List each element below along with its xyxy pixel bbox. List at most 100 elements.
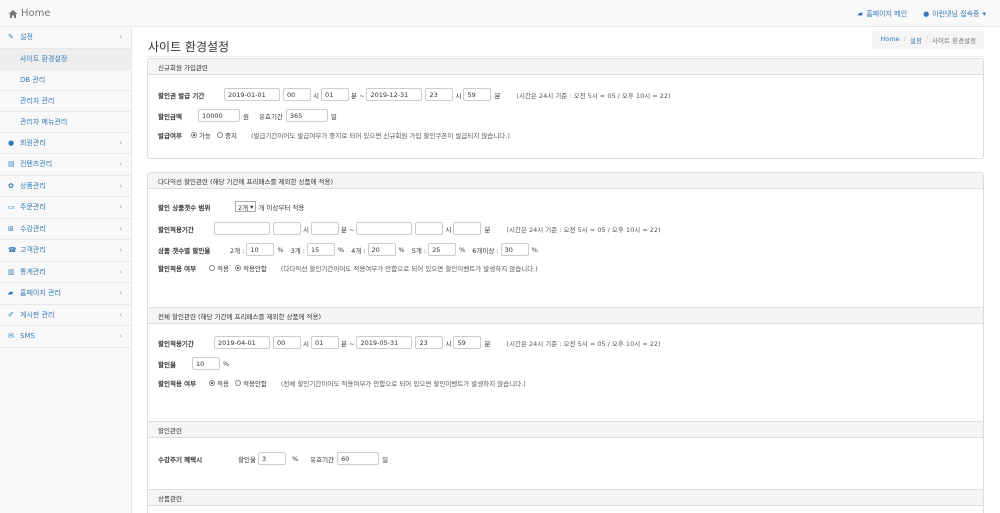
- sidebar-item[interactable]: ● 회원관리 ‹: [0, 133, 131, 154]
- chevron-left-icon: ‹: [119, 310, 122, 319]
- homepage-main-link[interactable]: ▰ 홈페이지 메인: [858, 9, 907, 19]
- vd-start-date-input[interactable]: [214, 222, 270, 235]
- panel-cycle-discount: 할인관련 수강주기 혜택시 할인율 3 % 유효기간 60 일: [147, 421, 984, 497]
- cycle-valid-days-input[interactable]: 60: [337, 452, 380, 465]
- top-navbar: Home ▰ 홈페이지 메인 ● 이런넷님 접속중 ▾: [0, 0, 1000, 27]
- sidebar-item[interactable]: ✿ 상품관리 ‹: [0, 176, 131, 197]
- time-format-note: (시간은 24시 기준 : 오전 5시 = 05 / 오후 10시 = 22): [506, 225, 661, 234]
- chevron-left-icon: ‹: [119, 160, 122, 168]
- panel-global-discount: 전체 할인관련 (해당 기간에 프리패스를 제외한 상품에 적용) 할인적용기간…: [147, 307, 984, 435]
- issue-yes-radio[interactable]: [191, 132, 197, 138]
- rate-tier-label: 5개 :: [411, 246, 427, 255]
- breadcrumb-current: 사이트 환경설정: [932, 37, 976, 45]
- breadcrumb-settings[interactable]: 설정: [910, 35, 922, 45]
- range-label: 할인 상품갯수 범위: [158, 203, 211, 212]
- car-icon: ▰: [8, 289, 14, 298]
- apply-label: 할인적용 여부: [158, 265, 197, 273]
- rate-tier-label: 6개이상 :: [472, 246, 499, 255]
- gd-end-min-input[interactable]: 59: [453, 336, 482, 349]
- chevron-left-icon: ‹: [119, 138, 122, 147]
- user-icon: ●: [923, 10, 930, 18]
- rate-tier-input[interactable]: 10: [246, 243, 275, 256]
- sidebar-item[interactable]: ▥ 통계관리 ‹: [0, 262, 131, 283]
- range-select[interactable]: 2개 ▾: [235, 201, 257, 212]
- sidebar-item[interactable]: ⊞ 수강관리 ‹: [0, 219, 131, 240]
- sidebar-item[interactable]: ▤ 컨텐츠관리 ‹: [0, 154, 131, 176]
- apply-note: (전체 할인기간이어도 적용여부가 안함으로 되어 있으면 할인이벤트가 발생하…: [280, 380, 526, 388]
- chart-icon: ▥: [8, 267, 15, 276]
- apply-label: 할인적용 여부: [158, 380, 197, 388]
- user-menu-dropdown[interactable]: ● 이런넷님 접속중 ▾: [923, 9, 986, 19]
- chevron-left-icon: ‹: [119, 203, 122, 211]
- brand-label: Home: [21, 8, 51, 19]
- rate-tier-input[interactable]: 20: [367, 243, 396, 256]
- sidebar-subitem[interactable]: 관리자 메뉴관리: [0, 112, 131, 133]
- vd-apply-radio[interactable]: [209, 265, 215, 271]
- sidebar-subitem[interactable]: 사이트 환경설정: [0, 48, 131, 70]
- chevron-left-icon: ‹: [119, 267, 122, 276]
- film-icon: ▤: [8, 160, 15, 169]
- issue-period-label: 할인권 발급 기간: [158, 91, 205, 100]
- panel-heading: 상품관련: [148, 490, 983, 506]
- vd-start-min-input[interactable]: [310, 222, 339, 235]
- home-brand-link[interactable]: Home: [8, 8, 51, 19]
- panel-volume-discount: 다다익선 할인관련 (해당 기간에 프리패스를 제외한 상품에 적용) 할인 상…: [147, 172, 984, 320]
- sidebar-item[interactable]: ✎ 설정 ‹: [0, 27, 131, 49]
- panel-new-member: 신규회원 가입관련 할인권 발급 기간 2019-01-01 00 시 01 분…: [147, 58, 984, 159]
- rate-tier-input[interactable]: 25: [428, 243, 457, 256]
- sidebar-subitem[interactable]: 관리자 관리: [0, 91, 131, 112]
- sidebar: ✎ 설정 ‹ 사이트 환경설정 DB 관리 관리자 관리 관리자 메뉴관리 ● 회원관리 ‹ ▤ 컨텐…: [0, 27, 132, 513]
- user-icon: ●: [8, 138, 15, 147]
- main-content: 사이트 환경설정 Home / 설정 / 사이트 환경설정 신규회원 가입관련 …: [133, 27, 1000, 513]
- gd-end-hour-input[interactable]: 23: [415, 336, 444, 349]
- issue-no-radio[interactable]: [216, 132, 223, 138]
- gd-apply-radio[interactable]: [209, 380, 215, 386]
- gd-end-date-input[interactable]: 2019-05-31: [356, 336, 413, 349]
- rate-tier-input[interactable]: 15: [306, 243, 335, 256]
- panel-heading: 다다익선 할인관련 (해당 기간에 프리패스를 제외한 상품에 적용): [148, 173, 983, 189]
- discount-amount-input[interactable]: 10000: [198, 109, 240, 122]
- issue-end-hour-input[interactable]: 23: [425, 88, 454, 101]
- sidebar-item[interactable]: ✉ SMS ‹: [0, 326, 131, 348]
- vd-end-hour-input[interactable]: [415, 222, 444, 235]
- sidebar-subitem[interactable]: DB 관리: [0, 70, 131, 91]
- panel-heading: 신규회원 가입관련: [148, 59, 983, 75]
- chevron-left-icon: ‹: [119, 33, 122, 41]
- issue-end-date-input[interactable]: 2019-12-31: [366, 88, 423, 101]
- rate-tier-label: 2개 :: [230, 246, 245, 255]
- rate-label: 상품 갯수별 할인율: [158, 246, 211, 255]
- envelope-icon: ✉: [8, 332, 14, 341]
- sidebar-item[interactable]: ▰ 홈페이지 관리 ‹: [0, 283, 131, 305]
- issue-start-min-input[interactable]: 01: [320, 88, 349, 101]
- home-icon: [8, 9, 18, 18]
- rate-tier-label: 4개 :: [351, 246, 366, 255]
- issue-start-date-input[interactable]: 2019-01-01: [224, 88, 280, 101]
- gd-start-date-input[interactable]: 2019-04-01: [214, 336, 270, 349]
- chevron-left-icon: ‹: [119, 332, 122, 340]
- panel-heading: 할인관련: [148, 422, 983, 438]
- valid-days-input[interactable]: 365: [285, 109, 328, 122]
- gd-rate-input[interactable]: 10: [192, 357, 220, 370]
- vd-end-date-input[interactable]: [356, 222, 413, 235]
- sidebar-item[interactable]: ☎ 고객관리 ‹: [0, 240, 131, 262]
- gd-start-min-input[interactable]: 01: [310, 336, 339, 349]
- rate-tier-label: 3개 :: [290, 246, 305, 255]
- gd-start-hour-input[interactable]: 00: [273, 336, 301, 349]
- gd-noapply-radio[interactable]: [234, 380, 241, 386]
- sidebar-item[interactable]: ✐ 게시판 관리 ‹: [0, 305, 131, 326]
- breadcrumb-home[interactable]: Home: [880, 35, 899, 45]
- cycle-rate-input[interactable]: 3: [257, 452, 286, 465]
- chevron-left-icon: ‹: [119, 224, 122, 233]
- breadcrumb: Home / 설정 / 사이트 환경설정: [872, 31, 984, 49]
- rate-tier-input[interactable]: 30: [500, 243, 529, 256]
- car-icon: ▰: [857, 10, 864, 18]
- issue-end-min-input[interactable]: 59: [463, 88, 492, 101]
- issue-start-hour-input[interactable]: 00: [283, 88, 311, 101]
- time-format-note: (시간은 24시 기준 : 오전 5시 = 05 / 오후 10시 = 22): [516, 91, 671, 100]
- vd-end-min-input[interactable]: [453, 222, 482, 235]
- rate-label: 할인율: [158, 360, 176, 369]
- valid-period-label: 유효기간: [258, 112, 283, 121]
- vd-start-hour-input[interactable]: [273, 222, 301, 235]
- vd-noapply-radio[interactable]: [234, 265, 241, 271]
- sidebar-item[interactable]: ▭ 주문관리 ‹: [0, 197, 131, 219]
